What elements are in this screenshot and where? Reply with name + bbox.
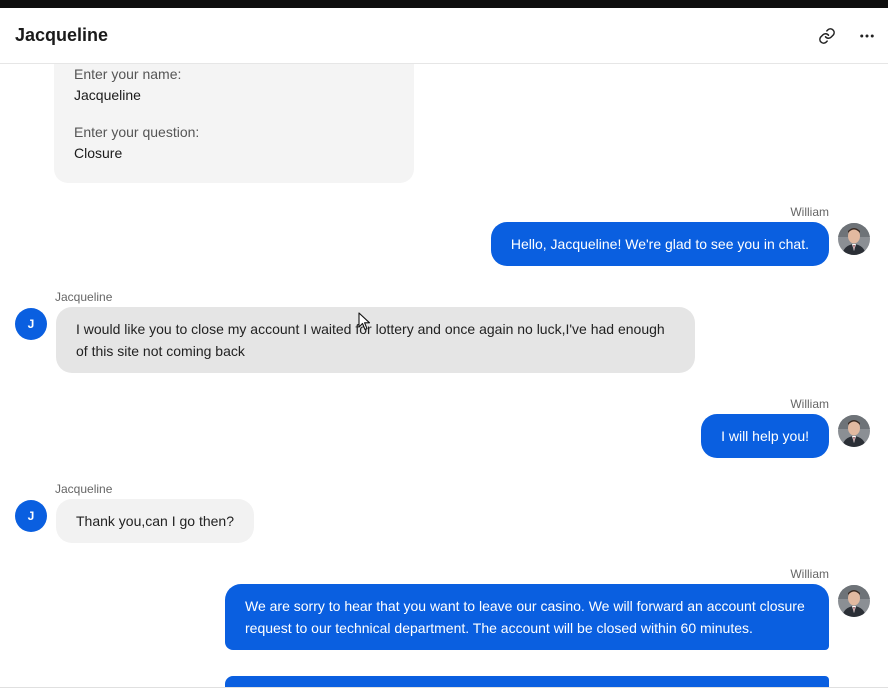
link-icon[interactable]: [815, 24, 839, 48]
agent-message-bubble: We are sorry to hear that you want to le…: [225, 584, 829, 650]
name-value: Jacqueline: [74, 87, 141, 103]
mouse-cursor-icon: [358, 312, 371, 331]
message-sender: Jacqueline: [55, 290, 113, 304]
message-sender: William: [790, 567, 829, 581]
agent-message-bubble-partial: [225, 676, 829, 687]
message-sender: William: [790, 205, 829, 219]
chat-header: Jacqueline: [0, 8, 888, 64]
agent-message-bubble: I will help you!: [701, 414, 829, 458]
message-sender: William: [790, 397, 829, 411]
agent-avatar: [838, 415, 870, 447]
agent-message-bubble: Hello, Jacqueline! We're glad to see you…: [490, 222, 829, 266]
question-label: Enter your question:: [74, 124, 200, 140]
prechat-form-card: Enter your name: Jacqueline Enter your q…: [54, 64, 414, 183]
question-value: Closure: [74, 145, 123, 161]
name-label: Enter your name:: [74, 66, 182, 82]
composer-divider: [0, 687, 888, 695]
user-message-bubble: I would like you to close my account I w…: [56, 307, 695, 373]
agent-avatar: [838, 223, 870, 255]
more-horizontal-icon[interactable]: [855, 24, 879, 48]
user-avatar: J: [15, 500, 47, 532]
message-sender: Jacqueline: [55, 482, 113, 496]
agent-avatar: [838, 585, 870, 617]
user-message-bubble: Thank you,can I go then?: [56, 499, 254, 543]
window-top-strip: [0, 0, 888, 8]
user-avatar: J: [15, 308, 47, 340]
message-list[interactable]: Enter your name: Jacqueline Enter your q…: [0, 64, 888, 687]
chat-title: Jacqueline: [15, 25, 109, 45]
